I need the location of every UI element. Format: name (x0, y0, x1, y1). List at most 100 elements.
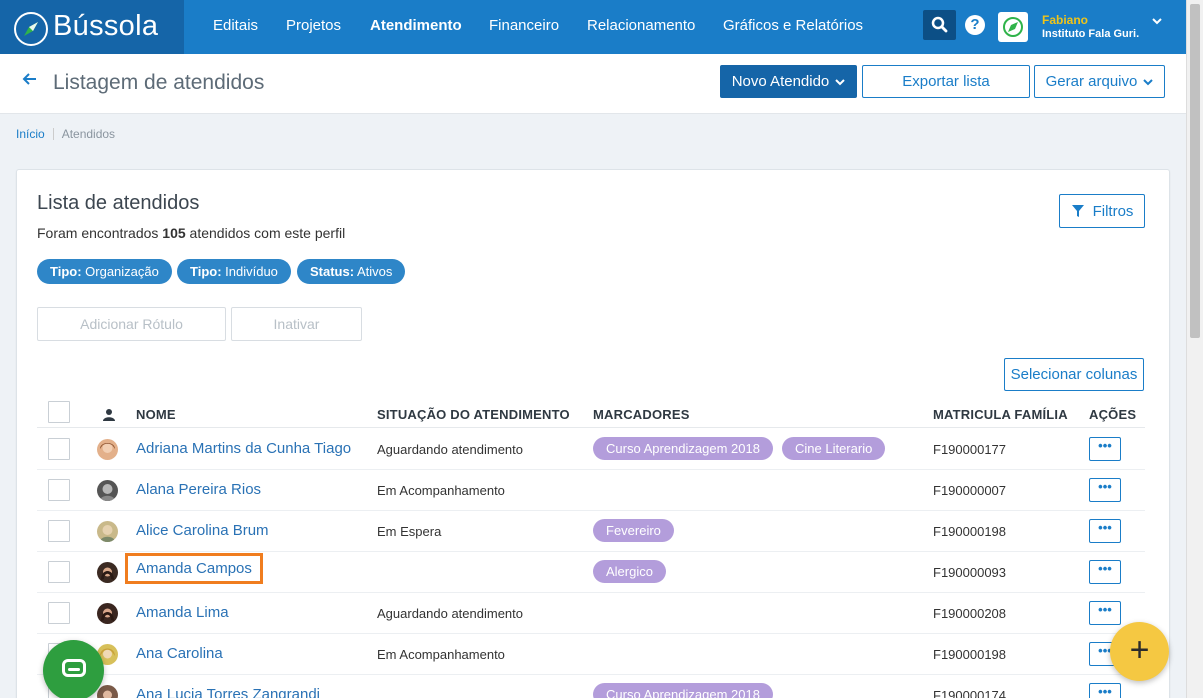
chip-key: Tipo: (190, 264, 222, 279)
row-actions-button[interactable]: ••• (1089, 437, 1121, 461)
nav-item-atendimento[interactable]: Atendimento (370, 17, 462, 34)
page-scrollbar[interactable] (1186, 0, 1203, 698)
generate-file-button[interactable]: Gerar arquivo (1034, 65, 1165, 98)
family-registration: F190000093 (933, 565, 1007, 580)
tag-badge[interactable]: Cine Literario (782, 437, 886, 460)
attendee-name-link[interactable]: Alana Pereira Rios (136, 481, 261, 498)
compass-icon (1003, 17, 1023, 37)
row-actions-button[interactable]: ••• (1089, 478, 1121, 502)
nav-item-graficos-relatorios[interactable]: Gráficos e Relatórios (723, 17, 863, 34)
search-button[interactable] (923, 10, 956, 40)
breadcrumb-divider (52, 128, 54, 140)
column-header-status[interactable]: SITUAÇÃO DO ATENDIMENTO (377, 407, 570, 422)
add-fab-button[interactable]: + (1110, 622, 1169, 681)
generate-file-label: Gerar arquivo (1045, 73, 1138, 90)
attendee-name-link[interactable]: Amanda Campos (125, 553, 263, 584)
family-registration: F190000007 (933, 483, 1007, 498)
column-header-tags[interactable]: MARCADORES (593, 407, 690, 422)
row-checkbox[interactable] (48, 561, 70, 583)
user-org[interactable]: Instituto Fala Guri. (1042, 28, 1139, 40)
filters-label: Filtros (1092, 202, 1134, 220)
row-checkbox[interactable] (48, 438, 70, 460)
table-row[interactable]: Adriana Martins da Cunha Tiago Aguardand… (37, 429, 1145, 470)
user-name[interactable]: Fabiano (1042, 13, 1088, 27)
select-columns-label: Selecionar colunas (1010, 366, 1138, 383)
nav-item-projetos[interactable]: Projetos (286, 17, 341, 34)
top-navbar: Bússola Editais Projetos Atendimento Fin… (0, 0, 1186, 54)
avatar (97, 685, 118, 698)
back-arrow-icon[interactable] (22, 71, 38, 92)
row-checkbox[interactable] (48, 479, 70, 501)
avatar (97, 521, 118, 542)
export-list-button[interactable]: Exportar lista (862, 65, 1030, 98)
filters-button[interactable]: Filtros (1059, 194, 1145, 228)
chip-value: Organização (81, 264, 159, 279)
attendee-name-link[interactable]: Ana Carolina (136, 645, 223, 662)
table-row[interactable]: Alana Pereira Rios Em Acompanhamento F19… (37, 470, 1145, 511)
results-count: 105 (162, 225, 186, 241)
tag-badge[interactable]: Curso Aprendizagem 2018 (593, 683, 773, 698)
chip-value: Ativos (354, 264, 393, 279)
nav-item-editais[interactable]: Editais (213, 17, 258, 34)
family-registration: F190000198 (933, 647, 1007, 662)
family-registration: F190000177 (933, 442, 1007, 457)
table-row[interactable]: Ana Carolina Em Acompanhamento F19000019… (37, 634, 1145, 675)
breadcrumb-home[interactable]: Início (16, 127, 45, 141)
row-checkbox[interactable] (48, 520, 70, 542)
tag-badge[interactable]: Curso Aprendizagem 2018 (593, 437, 773, 460)
add-label-button[interactable]: Adicionar Rótulo (37, 307, 226, 341)
column-header-registration[interactable]: MATRICULA FAMÍLIA (933, 407, 1068, 422)
family-registration: F190000208 (933, 606, 1007, 621)
deactivate-label: Inativar (273, 316, 320, 332)
chevron-down-icon (835, 78, 845, 85)
org-avatar[interactable] (998, 12, 1028, 42)
app-logo[interactable]: Bússola (0, 0, 184, 54)
deactivate-button[interactable]: Inativar (231, 307, 362, 341)
chip-value: Indivíduo (221, 264, 278, 279)
person-icon (103, 408, 115, 426)
attendance-status: Aguardando atendimento (377, 606, 524, 621)
table-row[interactable]: Amanda Lima Aguardando atendimento F1900… (37, 593, 1145, 634)
search-icon (931, 16, 948, 33)
row-actions-button[interactable]: ••• (1089, 601, 1121, 625)
chip-key: Status: (310, 264, 355, 279)
attendee-name-link[interactable]: Ana Lucia Torres Zangrandi (136, 686, 320, 698)
filter-chip-type-org[interactable]: Tipo: Organização (37, 259, 172, 284)
row-actions-button[interactable]: ••• (1089, 560, 1121, 584)
attendee-name-link[interactable]: Amanda Lima (136, 604, 229, 621)
family-registration: F190000198 (933, 524, 1007, 539)
table-row[interactable]: Amanda Campos Alergico F190000093 ••• (37, 552, 1145, 593)
filter-icon (1071, 205, 1084, 217)
tag-badge[interactable]: Alergico (593, 560, 666, 583)
column-header-name[interactable]: NOME (136, 407, 176, 422)
row-actions-button[interactable]: ••• (1089, 519, 1121, 543)
nav-item-financeiro[interactable]: Financeiro (489, 17, 559, 34)
export-list-label: Exportar lista (902, 73, 990, 90)
attendee-name-link[interactable]: Adriana Martins da Cunha Tiago (136, 440, 351, 457)
attendance-status: Em Acompanhamento (377, 647, 505, 662)
table-row[interactable]: Alice Carolina Brum Em Espera Fevereiro … (37, 511, 1145, 552)
select-all-checkbox[interactable] (48, 401, 70, 423)
app-name: Bússola (53, 10, 159, 42)
results-summary: Foram encontrados 105 atendidos com este… (37, 225, 345, 241)
help-icon[interactable]: ? (965, 15, 985, 35)
new-attendee-label: Novo Atendido (731, 73, 830, 90)
breadcrumb-current: Atendidos (61, 127, 116, 141)
nav-item-relacionamento[interactable]: Relacionamento (587, 17, 695, 34)
family-registration: F190000174 (933, 688, 1007, 698)
scrollbar-thumb[interactable] (1190, 4, 1200, 338)
attendee-name-link[interactable]: Alice Carolina Brum (136, 522, 269, 539)
filter-chip-status[interactable]: Status: Ativos (297, 259, 406, 284)
chevron-down-icon[interactable] (1152, 14, 1162, 28)
add-label-label: Adicionar Rótulo (80, 316, 183, 332)
select-columns-button[interactable]: Selecionar colunas (1004, 358, 1144, 391)
row-checkbox[interactable] (48, 602, 70, 624)
tag-badge[interactable]: Fevereiro (593, 519, 674, 542)
chat-button[interactable] (43, 640, 104, 698)
filter-chip-type-individual[interactable]: Tipo: Indivíduo (177, 259, 291, 284)
avatar (97, 562, 118, 583)
table-row[interactable]: Ana Lucia Torres Zangrandi Curso Aprendi… (37, 675, 1145, 698)
new-attendee-button[interactable]: Novo Atendido (720, 65, 857, 98)
row-actions-button[interactable]: ••• (1089, 683, 1121, 698)
avatar (97, 603, 118, 624)
